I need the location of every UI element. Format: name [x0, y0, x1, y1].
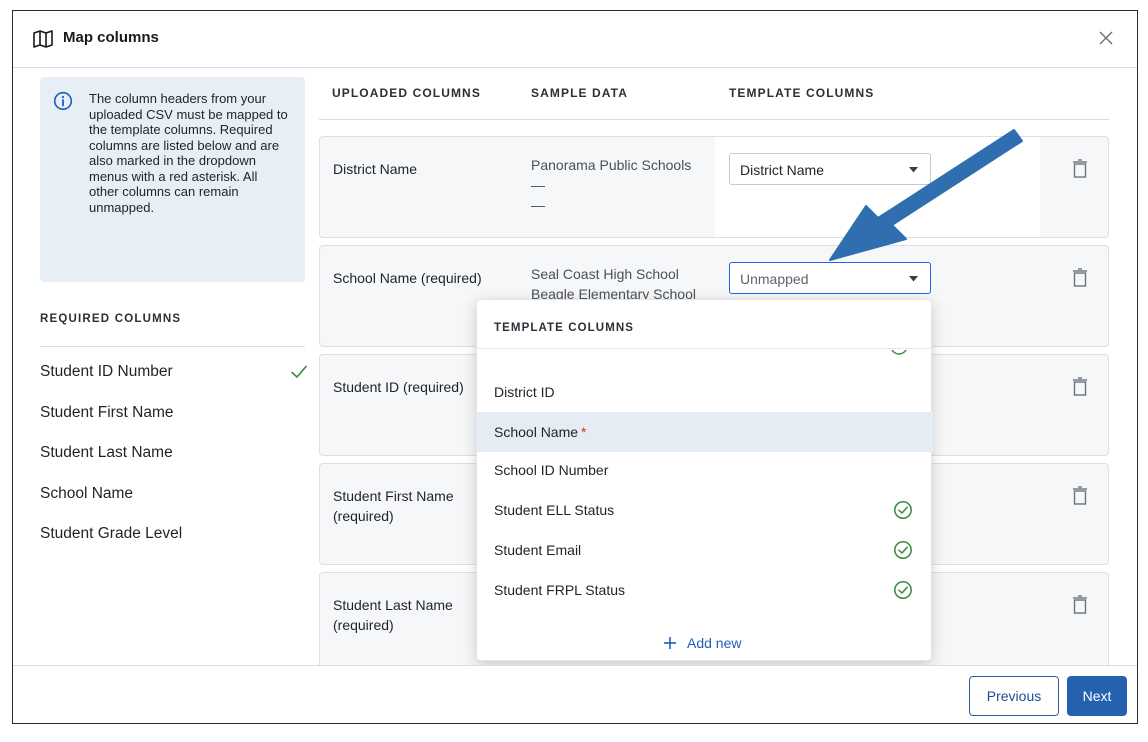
template-cell: District Name [715, 137, 1040, 237]
check-circle-icon [894, 541, 912, 559]
dropdown-option[interactable]: Student Email [477, 530, 933, 570]
divider [40, 346, 305, 347]
dropdown-option[interactable]: School ID Number [477, 450, 933, 490]
option-label: Student Email [494, 542, 582, 558]
info-callout: The column headers from your uploaded CS… [40, 77, 305, 282]
uploaded-column-name: District Name [333, 161, 418, 177]
dropdown-heading: TEMPLATE COLUMNS [494, 322, 635, 334]
required-column-item: Student ID Number [40, 363, 310, 404]
add-new-button[interactable]: Add new [663, 635, 741, 651]
uploaded-column-name: Student Last Name (required) [333, 597, 453, 633]
required-column-item: Student First Name [40, 404, 310, 445]
previous-button[interactable]: Previous [969, 676, 1059, 716]
modal-footer: Previous Next [13, 665, 1137, 723]
sample-data: Panorama Public Schools — — [531, 155, 711, 215]
uploaded-column-name: Student First Name (required) [333, 488, 454, 524]
next-button[interactable]: Next [1067, 676, 1127, 716]
option-label: Student FRPL Status [494, 582, 625, 598]
trash-icon[interactable] [1072, 268, 1088, 288]
required-column-label: Student ID Number [40, 363, 173, 380]
divider [477, 348, 931, 349]
caret-down-icon [909, 167, 918, 173]
required-column-label: Student Grade Level [40, 525, 183, 542]
plus-icon [664, 637, 676, 649]
required-columns-list: Student ID Number Student First Name Stu… [40, 363, 310, 566]
check-icon [291, 365, 307, 378]
mapping-row: District Name Panorama Public Schools — … [319, 136, 1109, 238]
uploaded-columns-header: UPLOADED COLUMNS [332, 86, 481, 100]
close-icon[interactable] [1095, 27, 1117, 49]
template-columns-dropdown: TEMPLATE COLUMNS District ID School Name… [476, 299, 933, 661]
divider [319, 119, 1109, 120]
select-value: Unmapped [740, 271, 809, 287]
select-value: District Name [740, 162, 825, 178]
check-circle-icon [894, 501, 912, 519]
modal-title: Map columns [63, 29, 159, 46]
dropdown-option[interactable]: School Name * [477, 412, 933, 452]
dropdown-option[interactable]: Student FRPL Status [477, 570, 933, 610]
modal-header: Map columns [13, 11, 1137, 68]
map-columns-modal: Map columns The column headers from your… [12, 10, 1138, 724]
template-column-select[interactable]: Unmapped [729, 262, 931, 294]
option-label: Student ELL Status [494, 502, 615, 518]
sample-value: — [531, 177, 545, 193]
check-circle-icon [894, 581, 912, 599]
uploaded-column-name: School Name (required) [333, 270, 482, 286]
option-label: District ID [494, 384, 555, 400]
option-label: School Name [494, 424, 579, 440]
map-icon [33, 30, 53, 48]
trash-icon[interactable] [1072, 595, 1088, 615]
dropdown-option[interactable]: District ID [477, 372, 933, 412]
add-new-label: Add new [687, 635, 742, 651]
sample-data-header: SAMPLE DATA [531, 86, 628, 100]
required-column-item: School Name [40, 485, 310, 526]
caret-down-icon [909, 276, 918, 282]
template-columns-header: TEMPLATE COLUMNS [729, 86, 875, 100]
dropdown-option[interactable]: Student ELL Status [477, 490, 933, 530]
option-label: School ID Number [494, 462, 609, 478]
required-column-label: Student Last Name [40, 444, 173, 461]
required-columns-heading: REQUIRED COLUMNS [40, 313, 182, 325]
info-text: The column headers from your uploaded CS… [89, 91, 288, 215]
check-circle-icon [891, 350, 907, 355]
info-icon [53, 91, 73, 111]
required-column-item: Student Grade Level [40, 525, 310, 566]
required-column-label: Student First Name [40, 403, 174, 421]
trash-icon[interactable] [1072, 159, 1088, 179]
trash-icon[interactable] [1072, 377, 1088, 397]
template-column-select[interactable]: District Name [729, 153, 931, 185]
trash-icon[interactable] [1072, 486, 1088, 506]
sample-value: Seal Coast High School [531, 266, 679, 282]
sample-value: — [531, 197, 545, 213]
sample-value: Panorama Public Schools [531, 157, 692, 173]
required-column-item: Student Last Name [40, 444, 310, 485]
required-column-label: School Name [40, 484, 134, 502]
required-asterisk: * [581, 424, 587, 440]
